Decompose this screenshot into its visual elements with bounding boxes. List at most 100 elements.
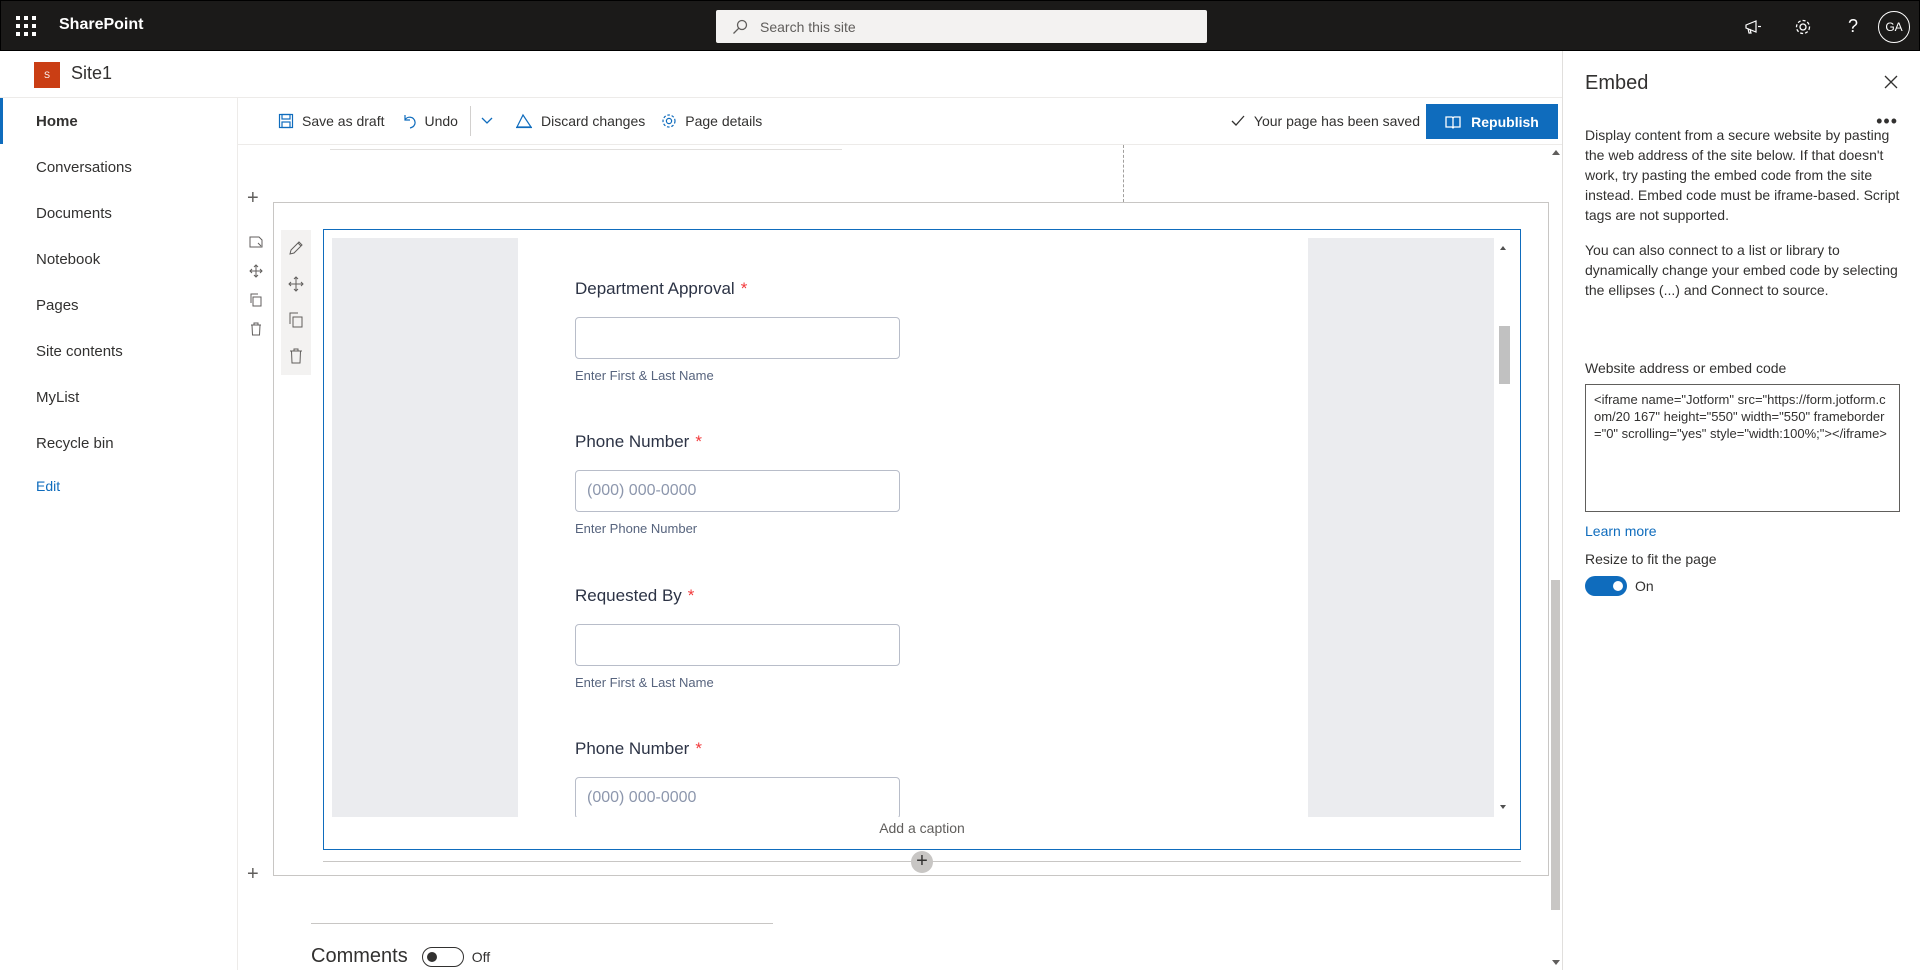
nav-item-conversations[interactable]: Conversations (0, 144, 237, 190)
delete-webpart-icon[interactable] (281, 338, 311, 374)
resize-toggle-state: On (1635, 578, 1654, 594)
nav-item-notebook[interactable]: Notebook (0, 236, 237, 282)
panel-description: Display content from a secure website by… (1585, 125, 1905, 315)
site-title[interactable]: Site1 (71, 63, 112, 84)
canvas-scrollbar[interactable] (1549, 145, 1562, 970)
comments-section: Comments Off (311, 945, 490, 968)
page-details-label: Page details (685, 113, 763, 129)
embedded-form-frame[interactable]: Department Approval * Enter First & Last … (332, 238, 1512, 817)
divider (469, 106, 471, 136)
republish-label: Republish (1471, 113, 1539, 130)
megaphone-icon[interactable] (1728, 1, 1778, 52)
resize-toggle-row: On (1585, 576, 1654, 596)
close-icon[interactable] (1884, 75, 1898, 94)
save-status-text: Your page has been saved (1253, 113, 1420, 129)
form-background-left (332, 238, 518, 817)
required-marker: * (695, 432, 702, 451)
form-background-right (1308, 238, 1494, 817)
edit-section-icon[interactable] (244, 227, 268, 256)
pencil-icon[interactable] (281, 230, 311, 266)
discard-changes-button[interactable]: Discard changes (507, 103, 653, 139)
required-marker: * (687, 586, 695, 605)
save-draft-button[interactable]: Save as draft (270, 103, 393, 139)
form-scrollbar[interactable] (1494, 238, 1512, 817)
command-bar: Save as draft Undo Discard changes Page … (238, 98, 1562, 145)
nav-item-pages[interactable]: Pages (0, 282, 237, 328)
form-field-phone-number-2: Phone Number * (000) 000-0000 (575, 739, 900, 817)
comments-title: Comments (311, 945, 408, 967)
comments-toggle-state: Off (471, 948, 491, 965)
field-help-text: Enter First & Last Name (575, 675, 714, 690)
scroll-down-arrow[interactable] (1552, 960, 1560, 965)
page-canvas: + Department Approval * Enter First & La… (238, 145, 1562, 970)
undo-label: Undo (424, 113, 458, 129)
suite-bar: SharePoint Search this site ? GA (0, 0, 1920, 51)
help-icon[interactable]: ? (1828, 1, 1878, 52)
phone-number-input[interactable]: (000) 000-0000 (575, 470, 900, 512)
undo-icon (403, 115, 416, 129)
form-field-phone-number: Phone Number * (000) 000-0000 Enter Phone… (575, 432, 900, 536)
learn-more-link[interactable]: Learn more (1585, 523, 1657, 539)
nav-item-home[interactable]: Home (0, 98, 237, 144)
add-section-icon[interactable]: + (247, 863, 259, 886)
undo-dropdown-button[interactable] (475, 103, 507, 139)
save-icon (278, 113, 294, 129)
undo-button[interactable]: Undo (393, 103, 466, 139)
gear-icon (662, 114, 676, 128)
nav-item-site-contents[interactable]: Site contents (0, 328, 237, 374)
republish-button[interactable]: Republish (1426, 104, 1558, 139)
page-details-button[interactable]: Page details (653, 103, 770, 139)
field-label: Department Approval (575, 279, 735, 298)
panel-title: Embed (1585, 72, 1649, 94)
search-icon (733, 19, 748, 34)
scroll-thumb[interactable] (1499, 326, 1510, 384)
add-section-icon[interactable]: + (247, 187, 259, 210)
search-placeholder: Search this site (760, 18, 856, 35)
chevron-down-icon (481, 117, 493, 124)
discard-label: Discard changes (540, 113, 646, 129)
form-field-department-approval: Department Approval * Enter First & Last … (575, 279, 900, 383)
site-logo[interactable]: S (34, 62, 60, 88)
phone-number-input-2[interactable]: (000) 000-0000 (575, 777, 900, 817)
department-approval-input[interactable] (575, 317, 900, 359)
gear-icon[interactable] (1778, 1, 1828, 52)
divider (311, 923, 773, 924)
move-section-icon[interactable] (244, 256, 268, 285)
save-draft-label: Save as draft (302, 113, 385, 129)
nav-edit-link[interactable]: Edit (0, 466, 237, 506)
move-webpart-icon[interactable] (281, 266, 311, 302)
section-toolbar (244, 227, 268, 343)
scroll-down-arrow[interactable] (1500, 805, 1506, 809)
requested-by-input[interactable] (575, 624, 900, 666)
field-label: Phone Number (575, 432, 690, 451)
app-brand[interactable]: SharePoint (59, 16, 143, 34)
scroll-up-arrow[interactable] (1552, 150, 1560, 155)
form-field-requested-by: Requested By * Enter First & Last Name (575, 586, 900, 690)
field-help-text: Enter First & Last Name (575, 368, 714, 383)
app-launcher-icon[interactable] (9, 9, 43, 43)
embed-code-textarea[interactable]: <iframe name="Jotform" src="https://form… (1585, 384, 1900, 512)
save-status: Your page has been saved (1231, 113, 1420, 129)
scroll-thumb[interactable] (1551, 580, 1560, 910)
duplicate-webpart-icon[interactable] (281, 302, 311, 338)
previous-webpart (330, 145, 842, 150)
webpart-toolbar (281, 230, 311, 375)
nav-item-mylist[interactable]: MyList (0, 374, 237, 420)
scroll-up-arrow[interactable] (1500, 246, 1506, 250)
embed-webpart[interactable]: Department Approval * Enter First & Last … (323, 229, 1521, 850)
delete-section-icon[interactable] (244, 314, 268, 343)
embed-property-panel: Embed ••• Display content from a secure … (1562, 51, 1920, 970)
add-webpart-button[interactable]: + (911, 851, 933, 873)
avatar[interactable]: GA (1878, 10, 1910, 43)
caption-field[interactable]: Add a caption (324, 820, 1520, 836)
search-box[interactable]: Search this site (716, 10, 1207, 43)
left-navigation: Home Conversations Documents Notebook Pa… (0, 98, 238, 970)
column-divider (1123, 145, 1124, 202)
duplicate-section-icon[interactable] (244, 285, 268, 314)
nav-item-recycle-bin[interactable]: Recycle bin (0, 420, 237, 466)
nav-item-documents[interactable]: Documents (0, 190, 237, 236)
field-label: Requested By (575, 586, 682, 605)
resize-toggle[interactable] (1585, 576, 1627, 596)
field-help-text: Enter Phone Number (575, 521, 698, 536)
comments-toggle[interactable] (421, 946, 464, 967)
